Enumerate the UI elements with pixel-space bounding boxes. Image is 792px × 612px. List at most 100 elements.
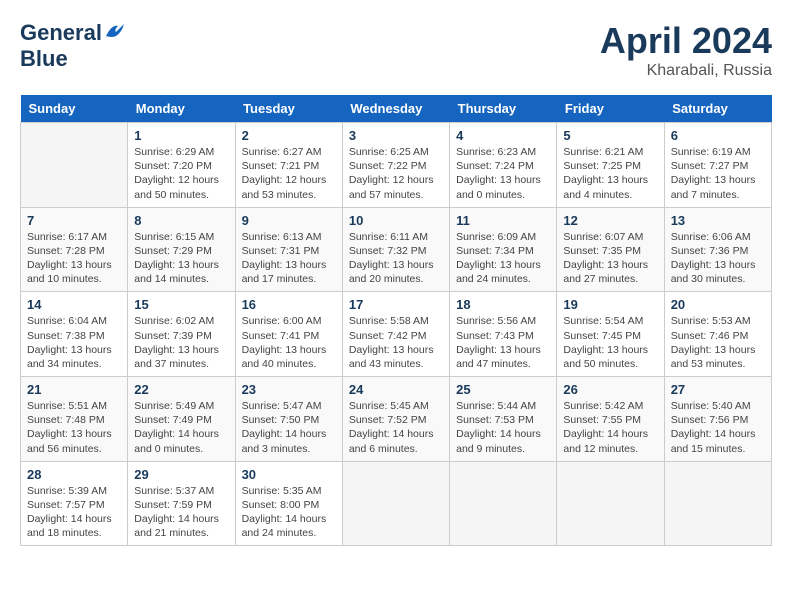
calendar-cell: 28 Sunrise: 5:39 AMSunset: 7:57 PMDayligh…: [21, 461, 128, 546]
logo: General Blue: [20, 20, 126, 72]
logo-bird-icon: [104, 22, 126, 40]
day-number: 28: [27, 467, 121, 482]
calendar-cell: 13 Sunrise: 6:06 AMSunset: 7:36 PMDayligh…: [664, 207, 771, 292]
day-number: 5: [563, 128, 657, 143]
day-info: Sunrise: 5:40 AMSunset: 7:56 PMDaylight:…: [671, 399, 765, 456]
calendar-cell: 29 Sunrise: 5:37 AMSunset: 7:59 PMDayligh…: [128, 461, 235, 546]
logo-text-bottom: Blue: [20, 46, 68, 72]
col-header-thursday: Thursday: [450, 95, 557, 123]
logo-general: General: [20, 20, 102, 46]
day-number: 14: [27, 297, 121, 312]
day-number: 21: [27, 382, 121, 397]
day-number: 2: [242, 128, 336, 143]
day-number: 17: [349, 297, 443, 312]
day-info: Sunrise: 6:21 AMSunset: 7:25 PMDaylight:…: [563, 145, 657, 202]
calendar-cell: [21, 123, 128, 208]
day-number: 23: [242, 382, 336, 397]
calendar-cell: 14 Sunrise: 6:04 AMSunset: 7:38 PMDayligh…: [21, 292, 128, 377]
calendar-cell: 25Sunrise: 5:44 AMSunset: 7:53 PMDayligh…: [450, 377, 557, 462]
day-number: 29: [134, 467, 228, 482]
day-info: Sunrise: 6:06 AMSunset: 7:36 PMDaylight:…: [671, 230, 765, 287]
day-info: Sunrise: 5:51 AMSunset: 7:48 PMDaylight:…: [27, 399, 121, 456]
calendar-cell: [664, 461, 771, 546]
day-info: Sunrise: 5:39 AMSunset: 7:57 PMDaylight:…: [27, 484, 121, 541]
calendar-cell: 23 Sunrise: 5:47 AMSunset: 7:50 PMDayligh…: [235, 377, 342, 462]
calendar-cell: 27 Sunrise: 5:40 AMSunset: 7:56 PMDayligh…: [664, 377, 771, 462]
day-number: 10: [349, 213, 443, 228]
day-info: Sunrise: 6:23 AMSunset: 7:24 PMDaylight:…: [456, 145, 550, 202]
calendar-cell: 18 Sunrise: 5:56 AMSunset: 7:43 PMDayligh…: [450, 292, 557, 377]
calendar-cell: 26Sunrise: 5:42 AMSunset: 7:55 PMDayligh…: [557, 377, 664, 462]
calendar-cell: 1 Sunrise: 6:29 AMSunset: 7:20 PMDaylight…: [128, 123, 235, 208]
day-info: Sunrise: 5:54 AMSunset: 7:45 PMDaylight:…: [563, 314, 657, 371]
day-number: 12: [563, 213, 657, 228]
day-info: Sunrise: 5:35 AMSunset: 8:00 PMDaylight:…: [242, 484, 336, 541]
day-number: 20: [671, 297, 765, 312]
day-number: 4: [456, 128, 550, 143]
day-info: Sunrise: 6:25 AMSunset: 7:22 PMDaylight:…: [349, 145, 443, 202]
calendar-cell: 9 Sunrise: 6:13 AMSunset: 7:31 PMDaylight…: [235, 207, 342, 292]
day-number: 11: [456, 213, 550, 228]
calendar-cell: 2 Sunrise: 6:27 AMSunset: 7:21 PMDaylight…: [235, 123, 342, 208]
day-info: Sunrise: 6:19 AMSunset: 7:27 PMDaylight:…: [671, 145, 765, 202]
col-header-friday: Friday: [557, 95, 664, 123]
calendar-cell: 11 Sunrise: 6:09 AMSunset: 7:34 PMDayligh…: [450, 207, 557, 292]
day-number: 15: [134, 297, 228, 312]
calendar-cell: 10Sunrise: 6:11 AMSunset: 7:32 PMDayligh…: [342, 207, 449, 292]
day-info: Sunrise: 5:56 AMSunset: 7:43 PMDaylight:…: [456, 314, 550, 371]
col-header-sunday: Sunday: [21, 95, 128, 123]
calendar-cell: [450, 461, 557, 546]
calendar-cell: 19Sunrise: 5:54 AMSunset: 7:45 PMDayligh…: [557, 292, 664, 377]
calendar-cell: 12 Sunrise: 6:07 AMSunset: 7:35 PMDayligh…: [557, 207, 664, 292]
location: Kharabali, Russia: [600, 62, 772, 80]
day-info: Sunrise: 5:45 AMSunset: 7:52 PMDaylight:…: [349, 399, 443, 456]
calendar-cell: [557, 461, 664, 546]
calendar-cell: 3 Sunrise: 6:25 AMSunset: 7:22 PMDaylight…: [342, 123, 449, 208]
calendar-cell: 22Sunrise: 5:49 AMSunset: 7:49 PMDayligh…: [128, 377, 235, 462]
day-info: Sunrise: 6:04 AMSunset: 7:38 PMDaylight:…: [27, 314, 121, 371]
day-number: 8: [134, 213, 228, 228]
calendar-cell: 15 Sunrise: 6:02 AMSunset: 7:39 PMDayligh…: [128, 292, 235, 377]
page-header: General Blue April 2024 Kharabali, Russi…: [20, 20, 772, 80]
day-info: Sunrise: 6:02 AMSunset: 7:39 PMDaylight:…: [134, 314, 228, 371]
day-number: 27: [671, 382, 765, 397]
day-number: 6: [671, 128, 765, 143]
col-header-tuesday: Tuesday: [235, 95, 342, 123]
day-number: 30: [242, 467, 336, 482]
day-number: 13: [671, 213, 765, 228]
day-info: Sunrise: 5:37 AMSunset: 7:59 PMDaylight:…: [134, 484, 228, 541]
calendar-cell: 20 Sunrise: 5:53 AMSunset: 7:46 PMDayligh…: [664, 292, 771, 377]
day-info: Sunrise: 6:00 AMSunset: 7:41 PMDaylight:…: [242, 314, 336, 371]
calendar-cell: 7Sunrise: 6:17 AMSunset: 7:28 PMDaylight…: [21, 207, 128, 292]
day-number: 25: [456, 382, 550, 397]
col-header-monday: Monday: [128, 95, 235, 123]
calendar-cell: 8 Sunrise: 6:15 AMSunset: 7:29 PMDaylight…: [128, 207, 235, 292]
day-number: 1: [134, 128, 228, 143]
day-info: Sunrise: 6:13 AMSunset: 7:31 PMDaylight:…: [242, 230, 336, 287]
day-info: Sunrise: 6:07 AMSunset: 7:35 PMDaylight:…: [563, 230, 657, 287]
day-info: Sunrise: 5:53 AMSunset: 7:46 PMDaylight:…: [671, 314, 765, 371]
col-header-wednesday: Wednesday: [342, 95, 449, 123]
day-number: 18: [456, 297, 550, 312]
day-number: 16: [242, 297, 336, 312]
calendar-cell: 6 Sunrise: 6:19 AMSunset: 7:27 PMDaylight…: [664, 123, 771, 208]
calendar-cell: 16 Sunrise: 6:00 AMSunset: 7:41 PMDayligh…: [235, 292, 342, 377]
calendar-cell: 17Sunrise: 5:58 AMSunset: 7:42 PMDayligh…: [342, 292, 449, 377]
month-title: April 2024: [600, 20, 772, 62]
day-number: 24: [349, 382, 443, 397]
day-number: 9: [242, 213, 336, 228]
calendar-cell: 24 Sunrise: 5:45 AMSunset: 7:52 PMDayligh…: [342, 377, 449, 462]
day-info: Sunrise: 6:27 AMSunset: 7:21 PMDaylight:…: [242, 145, 336, 202]
day-info: Sunrise: 5:47 AMSunset: 7:50 PMDaylight:…: [242, 399, 336, 456]
calendar-cell: 30 Sunrise: 5:35 AMSunset: 8:00 PMDayligh…: [235, 461, 342, 546]
calendar-cell: 21 Sunrise: 5:51 AMSunset: 7:48 PMDayligh…: [21, 377, 128, 462]
day-number: 3: [349, 128, 443, 143]
day-info: Sunrise: 6:29 AMSunset: 7:20 PMDaylight:…: [134, 145, 228, 202]
calendar-cell: 5 Sunrise: 6:21 AMSunset: 7:25 PMDaylight…: [557, 123, 664, 208]
day-info: Sunrise: 6:15 AMSunset: 7:29 PMDaylight:…: [134, 230, 228, 287]
day-number: 22: [134, 382, 228, 397]
calendar-cell: [342, 461, 449, 546]
col-header-saturday: Saturday: [664, 95, 771, 123]
day-info: Sunrise: 5:42 AMSunset: 7:55 PMDaylight:…: [563, 399, 657, 456]
day-info: Sunrise: 6:09 AMSunset: 7:34 PMDaylight:…: [456, 230, 550, 287]
